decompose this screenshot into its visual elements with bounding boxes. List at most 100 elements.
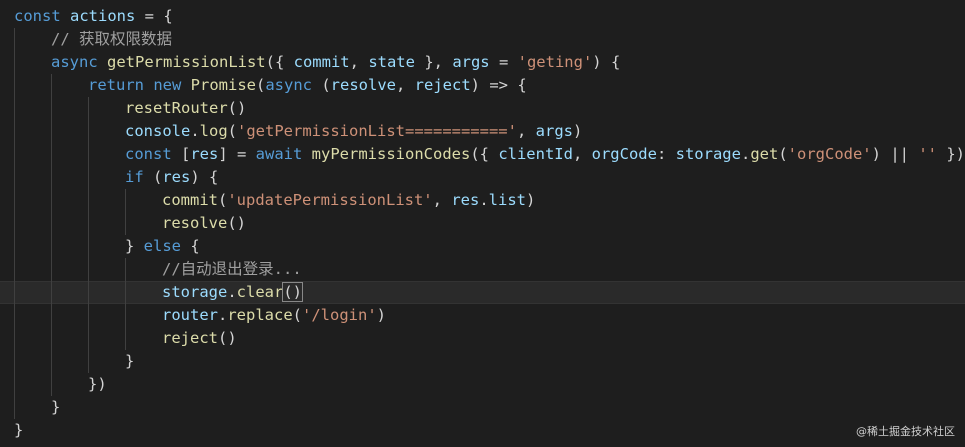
indent-guide [51, 74, 52, 396]
code-token: = [489, 53, 518, 71]
code-line[interactable]: resolve() [0, 212, 965, 235]
code-token: ) [526, 191, 536, 209]
code-token: console [125, 122, 191, 140]
code-line[interactable]: // 获取权限数据 [0, 28, 965, 51]
code-text: } [51, 396, 60, 419]
code-text: storage.clear() [162, 282, 303, 303]
code-token: storage [675, 145, 741, 163]
code-line[interactable]: const actions = { [0, 5, 965, 28]
code-text: }) [88, 373, 107, 396]
code-token: { [190, 237, 200, 255]
code-text: async getPermissionList({ commit, state … [51, 51, 620, 74]
code-line[interactable]: return new Promise(async (resolve, rejec… [0, 74, 965, 97]
watermark: @稀土掘金技术社区 [856, 425, 955, 438]
code-editor[interactable]: const actions = {// 获取权限数据 async getPermi… [0, 0, 965, 447]
code-token: ( [153, 168, 163, 186]
code-token: }) [937, 145, 965, 163]
code-text: const actions = { [14, 5, 173, 28]
code-token: ( [292, 306, 303, 324]
code-token: resetRouter [125, 99, 228, 117]
code-text: return new Promise(async (resolve, rejec… [88, 74, 527, 97]
code-text: router.replace('/login') [162, 304, 386, 327]
code-text: commit('updatePermissionList', res.list) [162, 189, 535, 212]
code-token: ( [218, 191, 228, 209]
code-token: () [227, 214, 246, 232]
code-token: storage [162, 283, 228, 301]
code-token: , [516, 122, 536, 140]
code-line[interactable]: //自动退出登录... [0, 258, 965, 281]
code-line[interactable]: } [0, 350, 965, 373]
code-token: list [488, 191, 526, 209]
code-token: else [143, 237, 191, 255]
code-text: // 获取权限数据 [51, 28, 172, 51]
code-line[interactable]: async getPermissionList({ commit, state … [0, 51, 965, 74]
code-token: ( [321, 76, 331, 94]
code-token: reject [162, 329, 218, 347]
code-token: getPermissionList [107, 53, 266, 71]
code-line[interactable]: commit('updatePermissionList', res.list) [0, 189, 965, 212]
code-text: } else { [125, 235, 200, 258]
code-token: , [432, 191, 452, 209]
code-line[interactable]: } [0, 396, 965, 419]
code-token: 'geting' [517, 53, 593, 71]
code-token: }, [414, 53, 453, 71]
code-token: resolve [162, 214, 228, 232]
code-token: . [227, 283, 237, 301]
code-token: get [750, 145, 779, 163]
code-text: resetRouter() [125, 97, 246, 120]
indent-guide [88, 97, 89, 373]
code-token: log [199, 122, 228, 140]
code-line[interactable]: resetRouter() [0, 97, 965, 120]
code-token: } [51, 398, 61, 416]
code-token: router [162, 306, 218, 324]
code-token: , [572, 145, 592, 163]
code-token: 'getPermissionList===========' [237, 122, 517, 140]
code-token: ) => { [470, 76, 527, 94]
code-line[interactable]: console.log('getPermissionList==========… [0, 120, 965, 143]
code-token: replace [227, 306, 293, 324]
code-text: } [14, 419, 23, 442]
code-token: , [349, 53, 369, 71]
code-text: console.log('getPermissionList==========… [125, 120, 582, 143]
indent-guide [125, 189, 126, 235]
code-token: ) [572, 122, 583, 140]
code-line[interactable]: } else { [0, 235, 965, 258]
code-token: commit [293, 53, 350, 71]
code-token: . [190, 122, 200, 140]
code-token: //自动退出登录... [162, 260, 302, 278]
code-token: : [656, 145, 676, 163]
code-token: '' [918, 145, 937, 163]
code-line[interactable]: } [0, 419, 965, 442]
code-token: ( [227, 122, 238, 140]
code-token: () [218, 329, 237, 347]
code-token: () [227, 99, 247, 117]
code-line[interactable]: router.replace('/login') [0, 304, 965, 327]
code-line[interactable]: if (res) { [0, 166, 965, 189]
indent-guide [125, 258, 126, 350]
code-token: resolve [330, 76, 396, 94]
code-line[interactable]: storage.clear() [0, 281, 965, 304]
indent-guide [14, 28, 15, 419]
code-token: ] = [218, 145, 256, 163]
code-token: return [88, 76, 154, 94]
code-text: reject() [162, 327, 237, 350]
code-line[interactable]: const [res] = await myPermissionCodes({ … [0, 143, 965, 166]
code-token: orgCode [591, 145, 657, 163]
code-token: args [452, 53, 490, 71]
code-token: , [396, 76, 415, 94]
code-token: ({ [470, 145, 499, 163]
code-line[interactable]: }) [0, 373, 965, 396]
code-text: resolve() [162, 212, 246, 235]
code-token: . [218, 306, 228, 324]
code-token: () [282, 282, 303, 302]
code-line[interactable]: reject() [0, 327, 965, 350]
code-token: async [51, 53, 107, 71]
code-token: ) { [592, 53, 621, 71]
code-token: args [535, 122, 573, 140]
code-token: async [265, 76, 322, 94]
code-text: } [125, 350, 134, 373]
code-token: const [14, 7, 70, 25]
code-token: res [451, 191, 480, 209]
code-token: if [125, 168, 153, 186]
code-token: commit [162, 191, 218, 209]
